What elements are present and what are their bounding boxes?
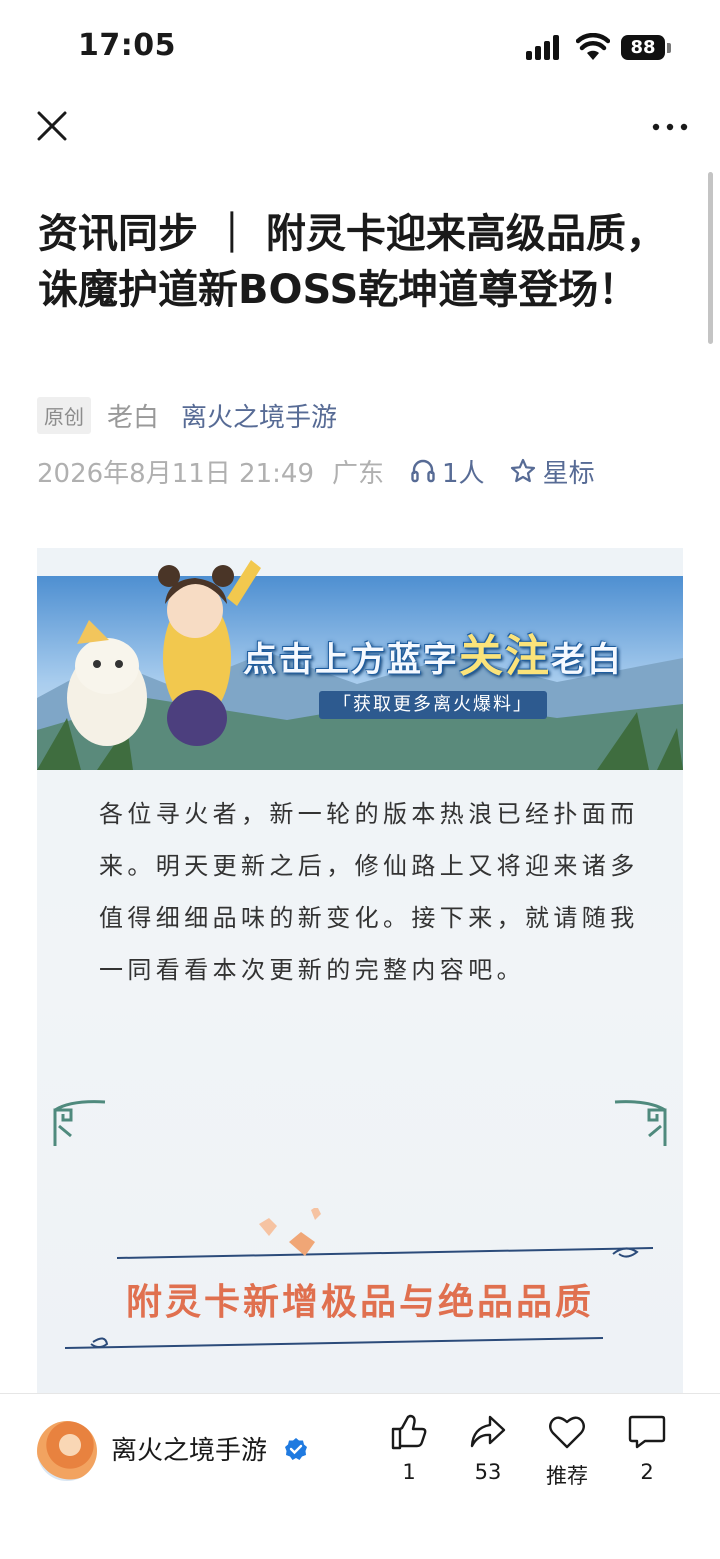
corner-ornament-left xyxy=(53,1100,106,1146)
star-button[interactable]: 星标 xyxy=(509,453,595,490)
article-content: 点击上方蓝字关注老白 「获取更多离火爆料」 各位寻火者，新一轮的版本热浪已经扑面… xyxy=(37,548,683,1394)
heart-icon xyxy=(549,1416,585,1449)
corner-ornament-right xyxy=(614,1100,667,1146)
banner-text-prefix: 点击上方蓝字 xyxy=(243,640,459,680)
section-heading: 附灵卡新增极品与绝品品质 xyxy=(125,1282,594,1323)
battery-icon: 88 xyxy=(621,35,665,60)
close-icon[interactable] xyxy=(34,108,70,144)
headphones-icon xyxy=(411,459,435,483)
more-options-icon[interactable] xyxy=(648,110,692,144)
share-button[interactable]: 53 xyxy=(453,1412,523,1484)
article-title: 资讯同步 ｜ 附灵卡迎来高级品质，诛魔护道新BOSS乾坤道尊登场！ xyxy=(38,211,666,313)
recommend-button[interactable]: 推荐 xyxy=(532,1412,602,1490)
status-time: 17:05 xyxy=(78,28,176,63)
intro-paragraph: 各位寻火者，新一轮的版本热浪已经扑面而来。明天更新之后，修仙路上又将迎来诸多值得… xyxy=(99,800,639,984)
original-badge: 原创 xyxy=(37,396,91,434)
author-name: 老白 xyxy=(107,402,160,433)
cellular-signal-icon xyxy=(526,34,562,60)
banner-text-highlight: 关注 xyxy=(459,631,551,682)
star-icon xyxy=(510,458,535,483)
share-count: 53 xyxy=(474,1460,502,1484)
publish-region: 广东 xyxy=(332,458,385,489)
recommend-label: 推荐 xyxy=(546,1464,588,1488)
comment-icon xyxy=(628,1415,666,1449)
listen-button[interactable]: 1人 xyxy=(410,453,485,490)
verified-badge-icon xyxy=(285,1438,307,1460)
account-link[interactable]: 离火之境手游 xyxy=(181,397,337,434)
article-meta-author-row: 原创 老白 离火之境手游 xyxy=(37,396,337,434)
account-avatar[interactable] xyxy=(37,1421,97,1481)
thumbs-up-icon xyxy=(391,1414,427,1450)
wifi-icon xyxy=(576,33,610,60)
account-name[interactable]: 离火之境手游 xyxy=(111,1430,267,1467)
comment-button[interactable]: 2 xyxy=(612,1412,682,1484)
like-button[interactable]: 1 xyxy=(374,1412,444,1484)
status-bar: 17:05 88 xyxy=(0,0,720,96)
share-icon xyxy=(470,1415,506,1448)
listener-count: 1人 xyxy=(442,458,485,489)
battery-cap xyxy=(667,43,671,53)
scrollbar[interactable] xyxy=(708,172,713,344)
follow-banner[interactable]: 点击上方蓝字关注老白 「获取更多离火爆料」 xyxy=(37,548,683,770)
banner-subtitle: 「获取更多离火爆料」 xyxy=(319,691,547,719)
bottom-action-bar: 离火之境手游 1 53 推荐 2 xyxy=(0,1393,720,1559)
comment-count: 2 xyxy=(640,1460,654,1484)
banner-text-suffix: 老白 xyxy=(551,640,623,680)
publish-date: 2026年8月11日 21:49 xyxy=(37,458,314,489)
like-count: 1 xyxy=(402,1460,416,1484)
article-meta-date-row: 2026年8月11日 21:49 广东 1人 星标 xyxy=(37,452,595,490)
star-label: 星标 xyxy=(542,458,595,489)
banner-follow-text: 点击上方蓝字关注老白 xyxy=(243,620,623,684)
